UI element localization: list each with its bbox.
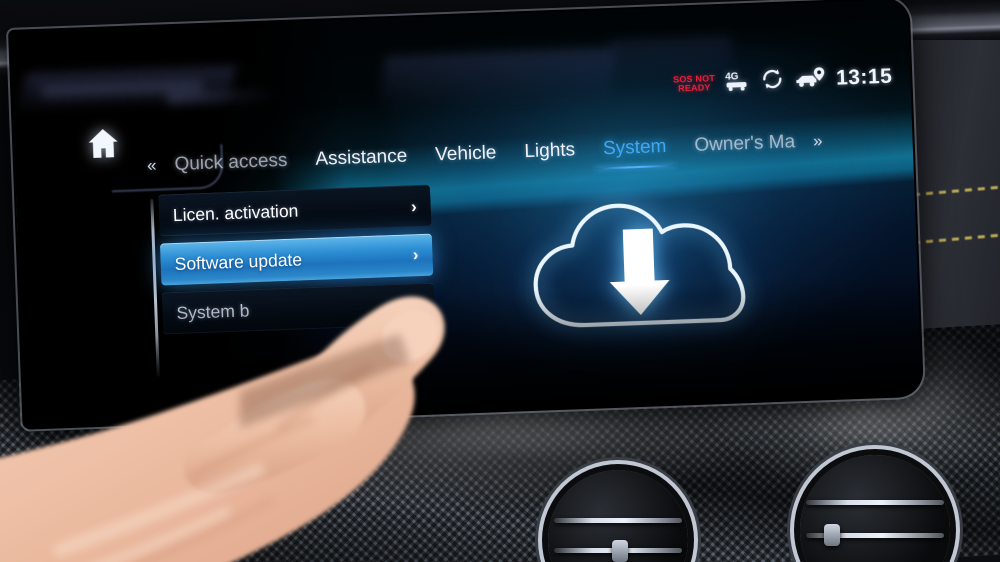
- tab-system[interactable]: System: [589, 135, 681, 160]
- chevron-right-icon: ›: [410, 196, 418, 216]
- screen-reflection: [379, 47, 615, 111]
- tab-assistance[interactable]: Assistance: [301, 145, 422, 171]
- data-sync-icon: [759, 67, 786, 95]
- submenu-item-licence-activation[interactable]: Licen. activation ›: [158, 184, 432, 237]
- submenu-item-software-update[interactable]: Software update ›: [159, 233, 434, 286]
- tab-vehicle[interactable]: Vehicle: [421, 142, 511, 167]
- car-location-icon: [794, 66, 827, 94]
- display-screen[interactable]: SOS NOT READY 4G 13:15 « Quick access As…: [10, 0, 922, 428]
- tab-lights[interactable]: Lights: [510, 139, 589, 164]
- infotainment-display[interactable]: SOS NOT READY 4G 13:15 « Quick access As…: [8, 0, 925, 430]
- chevron-right-icon[interactable]: »: [809, 131, 827, 152]
- submenu-item-label: Software update: [174, 248, 303, 274]
- submenu-item-label: Licen. activation: [172, 200, 299, 226]
- tab-owners-manual[interactable]: Owner's Ma: [680, 131, 809, 158]
- display-bezel: SOS NOT READY 4G 13:15 « Quick access As…: [8, 0, 925, 430]
- clock: 13:15: [835, 64, 893, 90]
- sos-not-ready-indicator: SOS NOT READY: [672, 72, 716, 94]
- screenshot-stage: SOS NOT READY 4G 13:15 « Quick access As…: [0, 0, 1000, 562]
- tab-quick-access[interactable]: Quick access: [160, 149, 302, 176]
- chevron-right-icon: ›: [412, 245, 419, 265]
- chevron-left-icon[interactable]: «: [143, 156, 161, 177]
- svg-text:4G: 4G: [725, 71, 739, 82]
- mobile-network-4g-icon: 4G: [724, 68, 751, 96]
